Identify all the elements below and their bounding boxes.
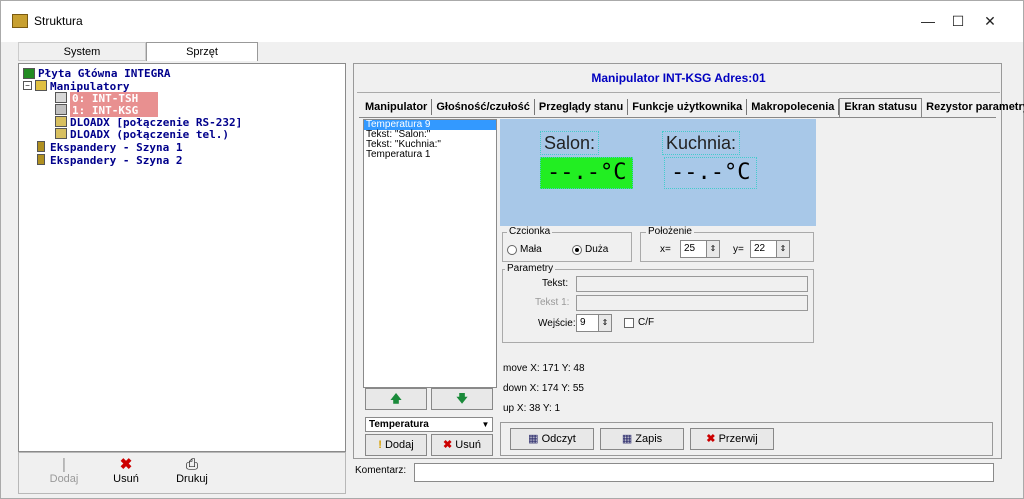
font-large-radio[interactable] (572, 245, 582, 255)
parameters-group-title: Parametry (505, 263, 556, 274)
tree-node-dloadx-tel[interactable]: DLOADX (połączenie tel.) (70, 128, 229, 141)
x-value: 25 (684, 243, 696, 254)
x-label: x= (660, 244, 671, 255)
read-button[interactable]: ▦ Odczyt (510, 428, 594, 450)
read-icon: ▦ (528, 433, 542, 445)
app-icon (12, 14, 28, 28)
preview-temperature-1[interactable]: --.-°C (664, 157, 758, 189)
move-up-button[interactable]: 🡅 (365, 388, 427, 410)
delete-button[interactable]: ✖ Usuń (101, 457, 151, 491)
spin-arrows-icon[interactable]: ⇕ (776, 241, 789, 257)
hardware-tree: Płyta Główna INTEGRA − Manipulatory 0: I… (18, 63, 346, 452)
tree-node-expanders-1[interactable]: Ekspandery - Szyna 1 (50, 141, 182, 154)
position-group-title: Położenie (646, 226, 694, 237)
interrupt-button[interactable]: ✖ Przerwij (690, 428, 774, 450)
text-label: Tekst: (542, 278, 569, 289)
delete-icon: ✖ (443, 439, 456, 451)
input-value: 9 (580, 317, 586, 328)
element-type-select[interactable]: Temperatura ▼ (365, 417, 493, 432)
printer-icon: ⎙ (185, 456, 198, 473)
write-icon: ▦ (621, 433, 636, 445)
settings-tabs: Manipulator Głośność/czułość Przeglądy sta… (361, 98, 1024, 117)
read-label: Odczyt (541, 433, 576, 445)
exclamation-icon: ! (378, 439, 385, 451)
y-label: y= (733, 244, 744, 255)
preview-temperature-9[interactable]: --.-°C (540, 157, 634, 189)
tree-node-board[interactable]: Płyta Główna INTEGRA (38, 67, 170, 80)
comment-field[interactable] (414, 463, 994, 482)
tab-sprzet[interactable]: Sprzęt (146, 42, 258, 61)
computer-icon (55, 116, 67, 127)
delete-element-button[interactable]: ✖ Usuń (431, 434, 493, 456)
preview-label-kuchnia[interactable]: Kuchnia: (662, 131, 741, 155)
comment-label: Komentarz: (355, 465, 407, 476)
tab-macros[interactable]: Makropolecenia (747, 99, 840, 115)
print-label: Drukuj (176, 473, 208, 485)
y-spinner[interactable]: 22 ⇕ (750, 240, 790, 258)
maximize-button[interactable]: ☐ (943, 10, 973, 32)
tree-toolbar: | Dodaj ✖ Usuń ⎙ Drukuj (18, 452, 346, 494)
tree-node-expanders-2[interactable]: Ekspandery - Szyna 2 (50, 154, 182, 167)
tab-system[interactable]: System (18, 42, 146, 61)
tab-user-functions[interactable]: Funkcje użytkownika (628, 99, 748, 115)
title-bar (1, 1, 1023, 42)
add-icon: | (62, 456, 66, 473)
tabs-divider (359, 117, 996, 118)
list-item[interactable]: Temperatura 1 (364, 150, 496, 160)
computer-icon (55, 128, 67, 139)
write-label: Zapis (635, 433, 663, 445)
font-large-label: Duża (585, 244, 609, 255)
tab-parametric-resistor[interactable]: Rezystor parametryczny (922, 99, 1024, 115)
preview-label-salon[interactable]: Salon: (540, 131, 600, 155)
font-small-radio[interactable] (507, 245, 517, 255)
font-group-title: Czcionka (507, 226, 553, 237)
text1-label: Tekst 1: (535, 297, 570, 308)
spin-arrows-icon[interactable]: ⇕ (706, 241, 719, 257)
expander-icon (37, 141, 45, 152)
add-element-label: Dodaj (384, 439, 414, 451)
x-spinner[interactable]: 25 ⇕ (680, 240, 720, 258)
add-element-button[interactable]: ! Dodaj (365, 434, 427, 456)
y-value: 22 (754, 243, 766, 254)
keypad-group-icon (35, 80, 47, 91)
chevron-down-icon[interactable]: ▼ (479, 418, 492, 431)
interrupt-label: Przerwij (718, 433, 758, 445)
delete-icon: ✖ (119, 456, 133, 473)
print-button[interactable]: ⎙ Drukuj (167, 457, 217, 491)
text-field[interactable] (576, 276, 808, 292)
close-button[interactable]: ✕ (975, 10, 1005, 32)
cf-checkbox[interactable] (624, 318, 634, 328)
down-coords: down X: 174 Y: 55 (503, 383, 584, 394)
element-list[interactable]: Temperatura 9 Tekst: "Salon:" Tekst: "Ku… (363, 119, 497, 388)
font-small-label: Mała (520, 244, 542, 255)
keypad-icon (55, 92, 67, 103)
status-screen-preview[interactable]: Salon: Kuchnia: --.-°C --.-°C (500, 119, 816, 226)
window-title: Struktura (34, 14, 83, 28)
up-coords: up X: 38 Y: 1 (503, 403, 561, 414)
add-button[interactable]: | Dodaj (39, 457, 89, 491)
tab-status-screen[interactable]: Ekran statusu (839, 98, 923, 117)
spin-arrows-icon[interactable]: ⇕ (598, 315, 611, 331)
move-down-button[interactable]: 🡇 (431, 388, 493, 410)
input-spinner[interactable]: 9 ⇕ (576, 314, 612, 332)
device-header: Manipulator INT-KSG Adres:01 (357, 63, 1000, 93)
minimize-button[interactable]: — (913, 10, 943, 32)
tab-volume[interactable]: Głośność/czułość (432, 99, 535, 115)
collapse-icon[interactable]: − (23, 81, 32, 90)
keypad-icon (55, 104, 67, 115)
add-label: Dodaj (49, 473, 79, 485)
element-type-value: Temperatura (369, 419, 429, 430)
input-label: Wejście: (538, 318, 576, 329)
delete-label: Usuń (113, 473, 139, 485)
tab-status-reviews[interactable]: Przeglądy stanu (535, 99, 629, 115)
tab-manipulator[interactable]: Manipulator (361, 99, 433, 115)
write-button[interactable]: ▦ Zapis (600, 428, 684, 450)
text1-field[interactable] (576, 295, 808, 311)
board-icon (23, 68, 35, 79)
delete-element-label: Usuń (455, 439, 481, 451)
expander-icon (37, 154, 45, 165)
move-coords: move X: 171 Y: 48 (503, 363, 585, 374)
interrupt-icon: ✖ (706, 433, 719, 445)
cf-label: C/F (638, 317, 655, 328)
